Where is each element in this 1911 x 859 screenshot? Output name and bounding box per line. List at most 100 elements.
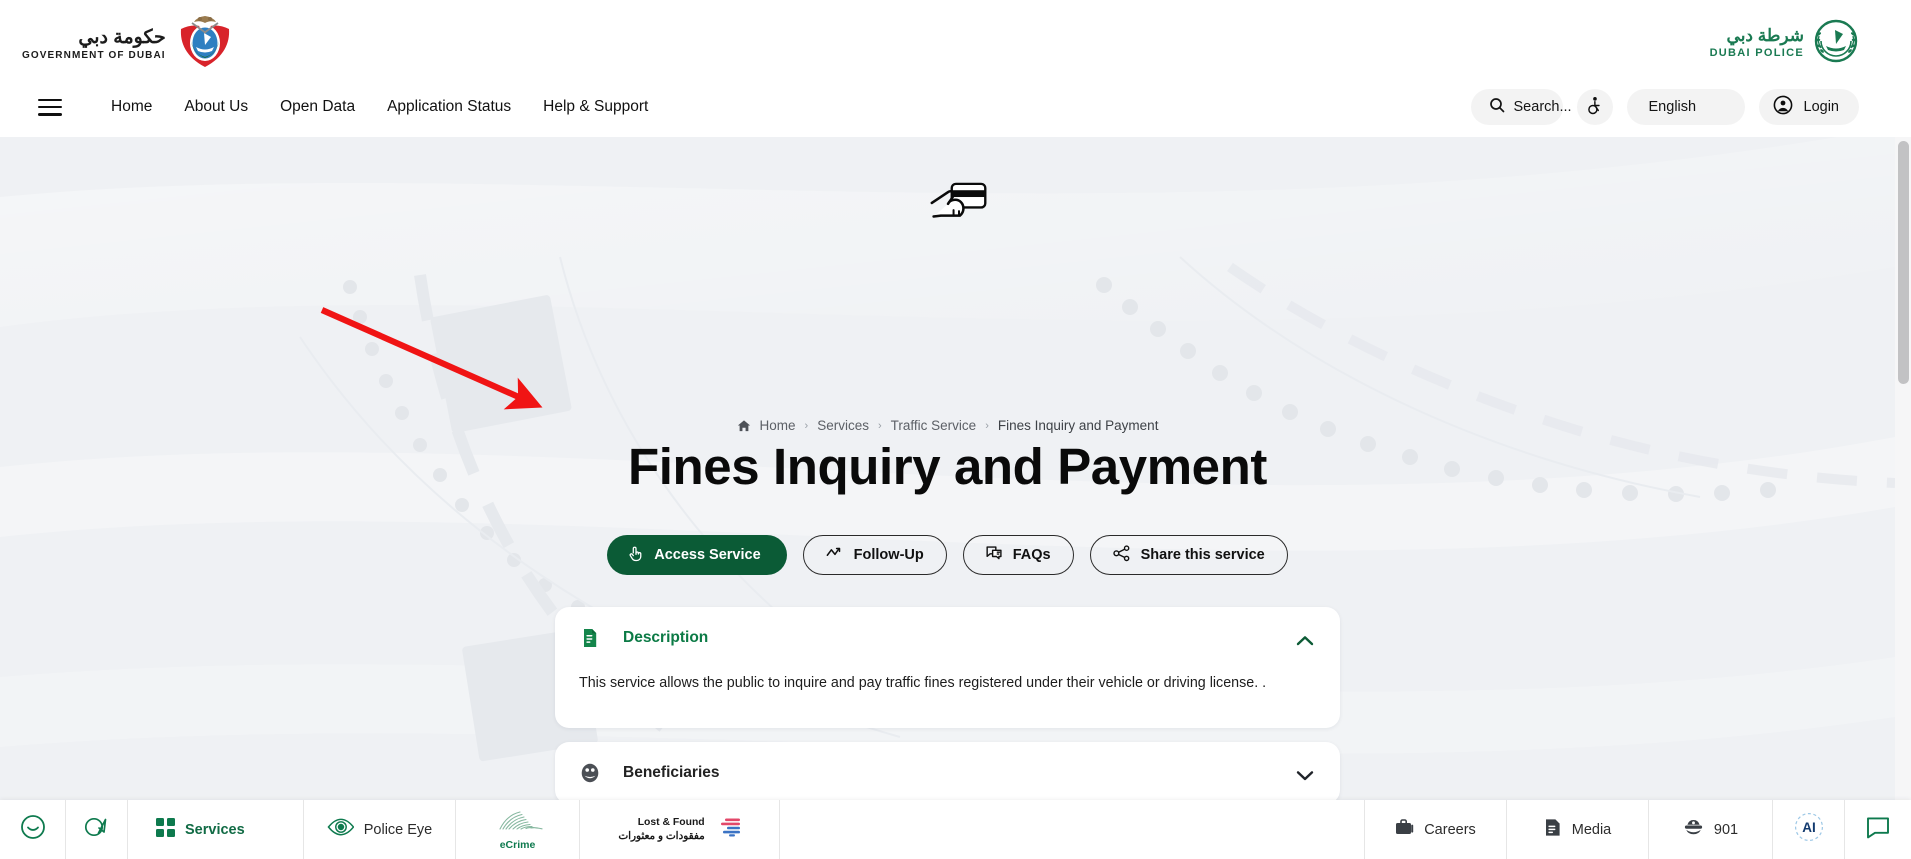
search-label: Search... (1513, 99, 1572, 115)
government-of-dubai-logo[interactable]: حكومة دبي GOVERNMENT OF DUBAI (22, 11, 236, 78)
beneficiaries-people-icon (579, 762, 601, 784)
login-label: Login (1803, 99, 1839, 115)
share-this-service-button[interactable]: Share this service (1089, 535, 1288, 575)
breadcrumb: Home › Services › Traffic Service › Fine… (0, 418, 1895, 433)
accessibility-button[interactable] (1576, 89, 1613, 125)
breadcrumb-item-services[interactable]: Services (817, 418, 869, 433)
gov-logo-arabic-text: حكومة دبي (78, 27, 166, 48)
taskbar-label-901: 901 (1713, 821, 1739, 838)
follow-up-button[interactable]: Follow-Up (802, 535, 947, 575)
taskbar-label-media: Media (1571, 821, 1612, 838)
dubai-police-crest-icon (1813, 18, 1859, 69)
share-this-service-label: Share this service (1140, 547, 1265, 563)
taskbar-item-police-eye[interactable]: Police Eye (304, 800, 456, 859)
taskbar-spacer (780, 800, 1365, 859)
accessibility-wheelchair-icon (1585, 96, 1604, 119)
share-nodes-icon (1112, 544, 1131, 566)
taskbar-label-services: Services (185, 821, 245, 838)
breadcrumb-item-current: Fines Inquiry and Payment (997, 418, 1159, 433)
accordion-title-description: Description (623, 629, 709, 646)
service-detail-accordion: Description This service allows the publ… (0, 607, 1895, 800)
accordion-title-beneficiaries: Beneficiaries (623, 764, 720, 782)
hand-click-icon (627, 545, 644, 566)
lost-and-found-icon (719, 817, 741, 842)
nav-links: Home About Us Open Data Application Stat… (95, 92, 664, 122)
taskbar-item-arabic-calligraphy[interactable] (66, 800, 128, 859)
smiley-happiness-meter-icon (20, 814, 46, 845)
search-button[interactable]: Search... (1470, 89, 1572, 125)
breadcrumb-separator: › (985, 419, 989, 432)
taskbar-item-lost-and-found[interactable]: Lost & Found مفقودات و معثورات (580, 800, 780, 859)
taskbar-item-careers[interactable]: Careers (1365, 800, 1507, 859)
hamburger-menu-icon[interactable] (38, 98, 62, 116)
nav-item-open-data[interactable]: Open Data (264, 92, 371, 122)
taskbar-label-police-eye: Police Eye (363, 821, 433, 838)
page-scrollbar[interactable] (1895, 137, 1911, 800)
accordion-header-description[interactable]: Description (555, 607, 1340, 669)
access-service-label: Access Service (654, 547, 761, 563)
dubai-police-logo[interactable]: شرطة دبي DUBAI POLICE (1710, 18, 1859, 69)
bottom-quick-links-bar: Services Police Eye eCrime Lost & Found … (0, 800, 1911, 859)
breadcrumb-separator: › (804, 419, 809, 432)
service-hero-icon (930, 179, 988, 225)
hero-section: Home › Services › Traffic Service › Fine… (0, 137, 1895, 800)
taskbar-item-media[interactable]: Media (1507, 800, 1649, 859)
accordion-panel-beneficiaries: Beneficiaries (555, 742, 1340, 800)
follow-up-label: Follow-Up (853, 547, 924, 563)
nav-item-help-support[interactable]: Help & Support (527, 92, 664, 122)
login-button[interactable]: Login (1758, 89, 1859, 125)
taskbar-item-901[interactable]: 901 (1649, 800, 1773, 859)
faqs-label: FAQs (1012, 547, 1051, 563)
search-icon (1489, 97, 1505, 117)
chat-question-icon (986, 545, 1003, 565)
breadcrumb-item-home[interactable]: Home (760, 418, 796, 433)
breadcrumb-item-traffic-service[interactable]: Traffic Service (891, 418, 977, 433)
accordion-header-beneficiaries[interactable]: Beneficiaries (555, 742, 1340, 800)
police-eye-icon (327, 817, 355, 842)
gov-logo-english-text: GOVERNMENT OF DUBAI (22, 50, 166, 61)
nav-right-controls: Search... English Login (1470, 89, 1859, 125)
taskbar-label-lost-and-found-arabic: مفقودات و معثورات (618, 830, 705, 842)
top-logo-bar: حكومة دبي GOVERNMENT OF DUBAI شرطة دبي D… (0, 0, 1911, 77)
taskbar-label-careers: Careers (1424, 821, 1476, 838)
service-action-buttons: Access Service Follow-Up FAQs Share this… (0, 535, 1895, 575)
document-icon (579, 627, 601, 649)
ecrime-fingerprint-icon (490, 808, 546, 837)
media-document-icon (1544, 818, 1562, 842)
dubai-government-emblem-icon (174, 11, 236, 78)
access-service-button[interactable]: Access Service (607, 535, 787, 575)
lost-and-found-wordmark: Lost & Found مفقودات و معثورات (618, 816, 704, 843)
breadcrumb-separator: › (877, 419, 882, 432)
taskbar-label-lost-and-found: Lost & Found (637, 816, 705, 828)
police-logo-arabic-text: شرطة دبي (1726, 26, 1804, 46)
police-cap-icon (1683, 818, 1704, 842)
accordion-panel-description: Description This service allows the publ… (555, 607, 1340, 729)
briefcase-icon (1395, 818, 1414, 841)
faqs-button[interactable]: FAQs (962, 535, 1074, 575)
taskbar-item-chat[interactable] (1845, 800, 1911, 859)
nav-item-application-status[interactable]: Application Status (371, 92, 527, 122)
home-icon (737, 419, 751, 433)
chevron-up-icon[interactable] (1296, 633, 1314, 645)
svg-text:AI: AI (1802, 820, 1816, 835)
main-navigation-bar: Home About Us Open Data Application Stat… (0, 77, 1911, 137)
grid-apps-icon (156, 817, 175, 842)
nav-item-home[interactable]: Home (95, 92, 168, 122)
accordion-body-description: This service allows the public to inquir… (579, 675, 1267, 691)
page-title: Fines Inquiry and Payment (628, 438, 1267, 495)
trend-line-icon (826, 546, 844, 564)
taskbar-item-ai-assistant[interactable]: AI (1773, 800, 1845, 859)
chevron-down-icon[interactable] (1296, 768, 1314, 781)
police-logo-english-text: DUBAI POLICE (1709, 47, 1804, 60)
page-root: حكومة دبي GOVERNMENT OF DUBAI شرطة دبي D… (0, 0, 1911, 859)
language-selector[interactable]: English (1626, 89, 1745, 125)
arabic-calligraphy-icon (83, 814, 111, 845)
taskbar-item-happiness-meter[interactable] (0, 800, 66, 859)
taskbar-label-ecrime: eCrime (499, 839, 536, 851)
taskbar-item-ecrime[interactable]: eCrime (456, 800, 580, 859)
user-account-icon (1773, 95, 1793, 119)
nav-item-about-us[interactable]: About Us (168, 92, 264, 122)
scrollbar-thumb[interactable] (1898, 141, 1909, 384)
language-label: English (1648, 99, 1697, 115)
taskbar-item-services[interactable]: Services (128, 800, 304, 859)
